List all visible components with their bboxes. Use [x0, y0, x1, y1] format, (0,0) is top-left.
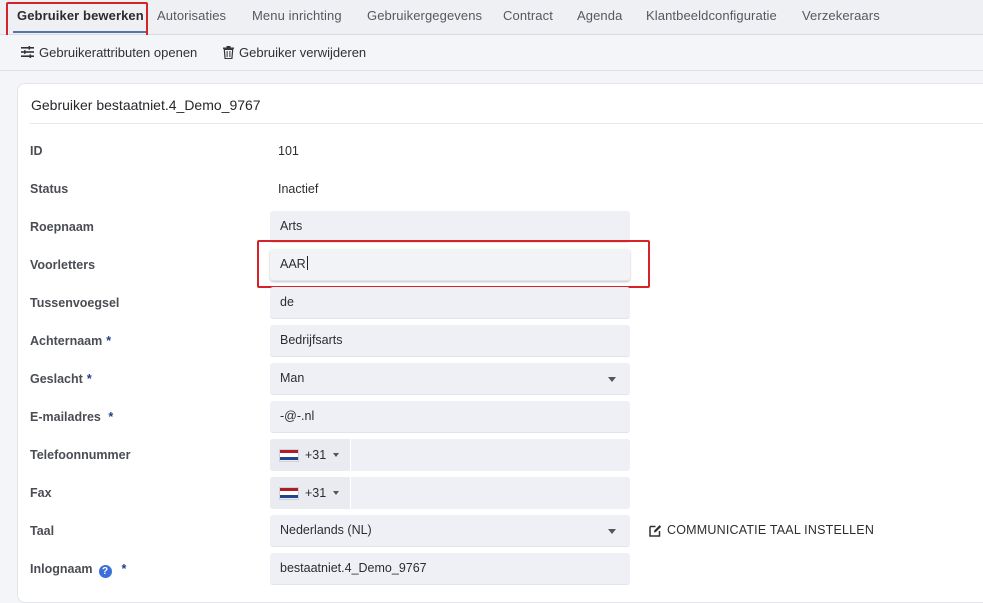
id-label: ID [30, 144, 43, 158]
telefoon-input[interactable] [351, 439, 630, 471]
card-title: Gebruiker bestaatniet.4_Demo_9767 [31, 97, 261, 113]
card-divider [30, 123, 983, 124]
caret-down-icon [333, 453, 340, 457]
telefoon-label: Telefoonnummer [30, 448, 131, 462]
telefoon-country-select[interactable]: +31 [270, 439, 350, 471]
tussenvoegsel-input[interactable]: de [270, 287, 630, 319]
geslacht-label: Geslacht * [30, 372, 92, 386]
tab-menu-inrichting[interactable]: Menu inrichting [252, 0, 342, 33]
tab-autorisaties[interactable]: Autorisaties [157, 0, 226, 33]
fax-country-select[interactable]: +31 [270, 477, 350, 509]
open-attributes-label: Gebruikerattributen openen [39, 44, 198, 60]
status-label: Status [30, 182, 69, 196]
question-circle-icon[interactable]: ? [98, 565, 112, 578]
voorletters-value: AAR [280, 257, 306, 271]
required-star: * [86, 372, 92, 386]
tab-contract[interactable]: Contract [503, 0, 553, 33]
nl-flag-icon [279, 486, 299, 500]
chevron-down-icon [608, 377, 616, 382]
delete-user-label: Gebruiker verwijderen [239, 44, 367, 60]
tab-gebruiker-bewerken[interactable]: Gebruiker bewerken [13, 0, 148, 33]
email-label: E-mailadres * [30, 410, 114, 424]
status-value: Inactief [278, 182, 319, 196]
tune-icon [21, 46, 34, 58]
required-star: * [121, 562, 127, 576]
inlognaam-input[interactable]: bestaatniet.4_Demo_9767 [270, 553, 630, 585]
tab-bar: Gebruiker bewerken Autorisaties Menu inr… [0, 0, 983, 35]
achternaam-label: Achternaam * [30, 334, 112, 348]
tussenvoegsel-label: Tussenvoegsel [30, 296, 120, 310]
tab-agenda[interactable]: Agenda [577, 0, 622, 33]
chevron-down-icon [608, 529, 616, 534]
geslacht-value: Man [280, 371, 305, 385]
roepnaam-input[interactable]: Arts [270, 211, 630, 243]
roepnaam-label: Roepnaam [30, 220, 94, 234]
id-value: 101 [278, 144, 299, 158]
trash-icon [223, 45, 234, 59]
fax-label: Fax [30, 486, 52, 500]
required-star: * [108, 410, 114, 424]
nl-flag-icon [279, 448, 299, 462]
tab-gebruikergegevens[interactable]: Gebruikergegevens [367, 0, 482, 33]
geslacht-select[interactable]: Man [270, 363, 630, 395]
achternaam-input[interactable]: Bedrijfsarts [270, 325, 630, 357]
communicatie-taal-button[interactable]: COMMUNICATIE TAAL INSTELLEN [649, 523, 874, 537]
telefoon-prefix: +31 [305, 448, 327, 462]
inlognaam-label: Inlognaam? * [30, 562, 127, 578]
tab-klantbeeldconfiguratie[interactable]: Klantbeeldconfiguratie [646, 0, 777, 33]
text-cursor [306, 256, 308, 270]
toolbar: Gebruikerattributen openen Gebruiker ver… [0, 35, 983, 71]
caret-down-icon [333, 491, 340, 495]
delete-user-button[interactable]: Gebruiker verwijderen [223, 43, 366, 61]
voorletters-input[interactable]: AAR [270, 249, 630, 281]
taal-value: Nederlands (NL) [280, 523, 372, 537]
taal-select[interactable]: Nederlands (NL) [270, 515, 630, 547]
tab-verzekeraars[interactable]: Verzekeraars [802, 0, 880, 33]
voorletters-label: Voorletters [30, 258, 96, 272]
fax-input[interactable] [351, 477, 630, 509]
required-star: * [106, 334, 112, 348]
fax-prefix: +31 [305, 486, 327, 500]
communicatie-taal-label: COMMUNICATIE TAAL INSTELLEN [667, 523, 875, 537]
open-attributes-button[interactable]: Gebruikerattributen openen [21, 43, 197, 61]
email-input[interactable]: -@-.nl [270, 401, 630, 433]
edit-icon [649, 524, 662, 537]
taal-label: Taal [30, 524, 55, 538]
